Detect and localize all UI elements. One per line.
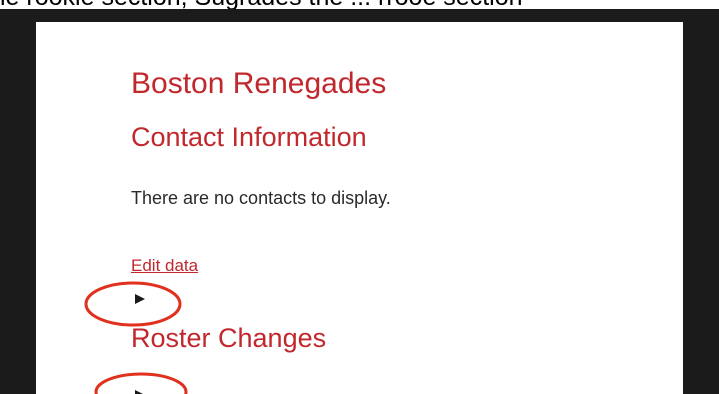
dark-frame-top [0, 9, 719, 22]
content-page: Boston Renegades Contact Information The… [36, 22, 683, 394]
contact-information-heading: Contact Information [131, 122, 367, 152]
screenshot-root: ie rookie section, Sugrades the ... rroo… [0, 0, 719, 394]
edit-data-link[interactable]: Edit data [131, 255, 198, 277]
roster-changes-heading: Roster Changes [131, 323, 327, 353]
dark-frame-right [683, 9, 719, 394]
no-contacts-message: There are no contacts to display. [131, 188, 391, 208]
triangle-right-icon [135, 294, 145, 304]
team-name-heading: Boston Renegades [131, 67, 387, 100]
disclosure-triangle-icon[interactable] [132, 291, 148, 307]
dark-frame-left [0, 9, 36, 394]
disclosure-triangle-icon-2[interactable] [132, 387, 148, 394]
triangle-right-icon [135, 390, 143, 394]
